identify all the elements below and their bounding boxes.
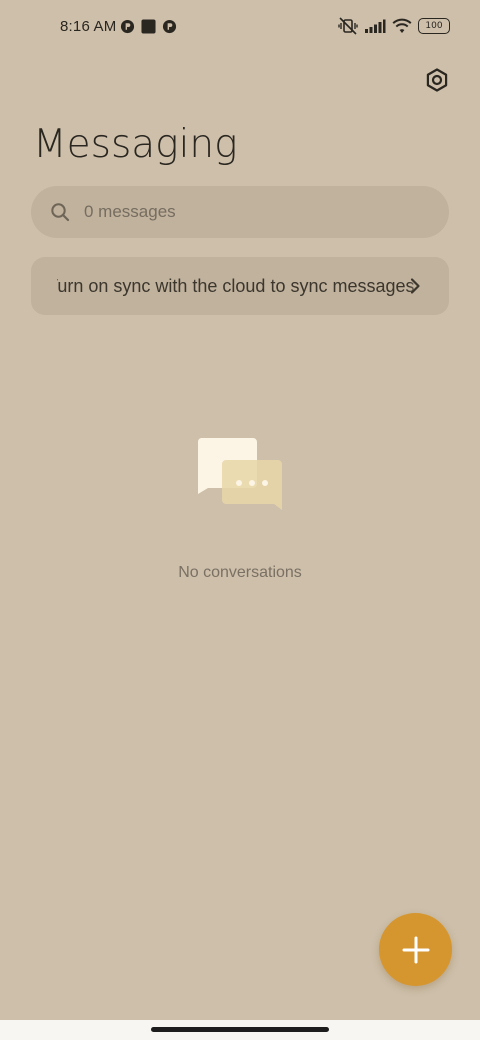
notification-icons	[120, 19, 177, 34]
sync-banner[interactable]: Turn on sync with the cloud to sync mess…	[31, 257, 449, 315]
search-input[interactable]	[82, 201, 406, 223]
navigation-bar	[0, 1020, 480, 1040]
chevron-right-icon	[410, 278, 420, 294]
square-notification-icon	[141, 19, 156, 34]
messaging-screen: 8:16 AM 100 Messaging 0 messages Turn on…	[0, 0, 480, 1020]
wifi-icon	[392, 18, 412, 33]
settings-button[interactable]	[421, 64, 453, 96]
sync-banner-text: Turn on sync with the cloud to sync mess…	[57, 276, 415, 296]
empty-state-text: No conversations	[178, 564, 302, 581]
status-bar: 8:16 AM 100	[0, 0, 480, 56]
search-bar[interactable]	[31, 186, 449, 238]
search-icon	[51, 203, 70, 222]
settings-icon	[426, 68, 448, 92]
new-conversation-button[interactable]	[379, 913, 452, 986]
home-indicator[interactable]	[151, 1027, 329, 1032]
sync-banner-text-container: Turn on sync with the cloud to sync mess…	[57, 257, 423, 315]
chat-bubbles-icon	[197, 438, 282, 510]
system-status-icons: 100	[338, 17, 450, 35]
battery-icon: 100	[418, 18, 450, 34]
app-notification-icon-2	[162, 19, 177, 34]
vibrate-off-icon	[338, 17, 358, 35]
page-title: Messaging	[33, 122, 238, 167]
status-time: 8:16 AM	[60, 18, 117, 35]
plus-icon	[402, 936, 429, 963]
signal-icon	[365, 19, 386, 33]
app-notification-icon	[120, 19, 135, 34]
